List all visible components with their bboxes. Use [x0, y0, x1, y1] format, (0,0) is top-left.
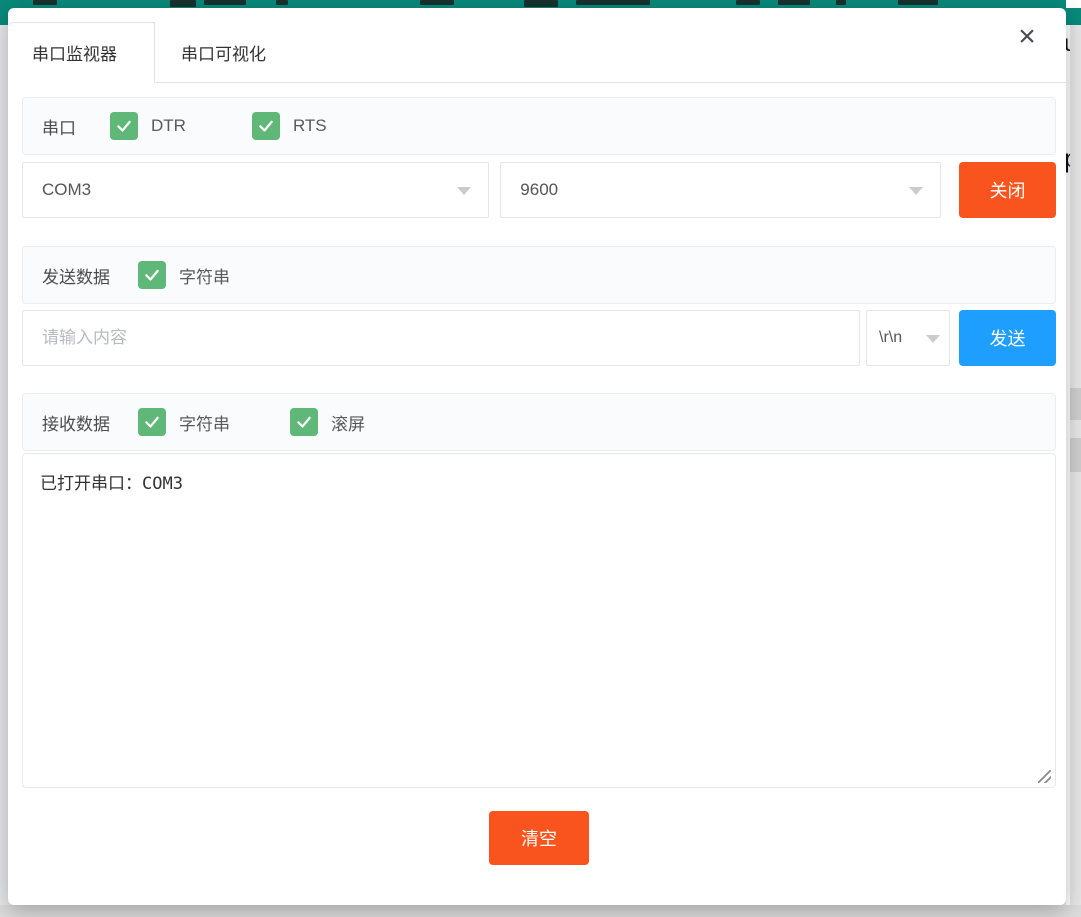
- toolbar-fragment: [524, 0, 558, 7]
- send-button[interactable]: 发送: [959, 310, 1056, 366]
- receive-string-checkbox-group: 字符串: [138, 408, 230, 436]
- toolbar-fragment: [836, 0, 846, 5]
- send-data-section: 发送数据 字符串 \r\n 发送: [22, 246, 1056, 366]
- port-select-value: COM3: [42, 180, 91, 200]
- receive-log-textarea[interactable]: 已打开串口： COM3: [22, 453, 1056, 788]
- send-section-header: 发送数据 字符串: [22, 246, 1056, 304]
- checkmark-icon: [143, 413, 161, 431]
- line-ending-value: \r\n: [879, 329, 902, 347]
- dtr-label: DTR: [151, 116, 186, 136]
- serial-section-title: 串口: [42, 114, 76, 139]
- toolbar-fragment: [204, 0, 246, 5]
- line-ending-select[interactable]: \r\n: [866, 310, 950, 366]
- checkmark-icon: [295, 413, 313, 431]
- chevron-down-icon: [926, 335, 940, 343]
- clear-button-row: 清空: [22, 811, 1056, 865]
- rts-checkbox[interactable]: [252, 112, 280, 140]
- background-toolbar-edge: [1066, 8, 1081, 25]
- autoscroll-label: 滚屏: [331, 410, 365, 435]
- log-port-value: COM3: [142, 474, 183, 494]
- send-string-checkbox-group: 字符串: [138, 261, 230, 289]
- page-scrollbar-thumb[interactable]: [1070, 388, 1081, 420]
- toolbar-fragment: [736, 0, 760, 5]
- send-controls-row: \r\n 发送: [22, 310, 1056, 366]
- send-string-checkbox[interactable]: [138, 261, 166, 289]
- background-page-bottom: [0, 905, 1081, 917]
- dialog-body: 串口 DTR RTS: [8, 97, 1066, 865]
- port-select[interactable]: COM3: [22, 162, 489, 218]
- toolbar-fragment: [33, 0, 57, 5]
- dialog-tabbar: 串口监视器 串口可视化 ×: [8, 22, 1066, 83]
- receive-section-header: 接收数据 字符串 滚屏: [22, 393, 1056, 451]
- send-string-label: 字符串: [179, 263, 230, 288]
- serial-section-header: 串口 DTR RTS: [22, 97, 1056, 155]
- toolbar-fragment: [778, 0, 810, 5]
- tab-serial-monitor[interactable]: 串口监视器: [8, 22, 155, 83]
- receive-data-section: 接收数据 字符串 滚屏: [22, 393, 1056, 788]
- tab-label: 串口可视化: [181, 40, 266, 65]
- log-prefix: 已打开串口：: [40, 469, 142, 494]
- dtr-checkbox-group: DTR: [110, 112, 186, 140]
- receive-string-checkbox[interactable]: [138, 408, 166, 436]
- close-port-button[interactable]: 关闭: [959, 162, 1056, 218]
- resize-handle-icon[interactable]: [1038, 770, 1051, 783]
- dtr-checkbox[interactable]: [110, 112, 138, 140]
- checkmark-icon: [115, 117, 133, 135]
- clear-button[interactable]: 清空: [489, 811, 589, 865]
- tab-label: 串口监视器: [32, 40, 117, 65]
- toolbar-fragment: [898, 0, 938, 5]
- tab-serial-visualizer[interactable]: 串口可视化: [155, 22, 292, 83]
- rts-label: RTS: [293, 116, 327, 136]
- background-page-edge: u p: [1066, 0, 1081, 917]
- toolbar-fragment: [170, 0, 196, 7]
- checkmark-icon: [257, 117, 275, 135]
- receive-section-title: 接收数据: [42, 410, 110, 435]
- checkmark-icon: [143, 266, 161, 284]
- chevron-down-icon: [457, 187, 471, 195]
- baud-select-value: 9600: [520, 180, 558, 200]
- close-icon[interactable]: ×: [1010, 20, 1044, 54]
- log-line: 已打开串口： COM3: [40, 469, 1038, 494]
- send-section-title: 发送数据: [42, 263, 110, 288]
- toolbar-fragment: [576, 0, 650, 5]
- rts-checkbox-group: RTS: [252, 112, 327, 140]
- baud-select[interactable]: 9600: [500, 162, 941, 218]
- serial-monitor-dialog: 串口监视器 串口可视化 × 串口 DTR: [8, 8, 1066, 905]
- autoscroll-checkbox[interactable]: [290, 408, 318, 436]
- page-scrollbar-thumb[interactable]: [1070, 438, 1081, 472]
- toolbar-fragment: [420, 0, 454, 5]
- chevron-down-icon: [909, 187, 923, 195]
- serial-controls-row: COM3 9600 关闭: [22, 162, 1056, 218]
- send-input[interactable]: [22, 310, 860, 366]
- receive-string-label: 字符串: [179, 410, 230, 435]
- serial-port-section: 串口 DTR RTS: [22, 97, 1056, 218]
- toolbar-fragment: [276, 0, 288, 5]
- autoscroll-checkbox-group: 滚屏: [290, 408, 365, 436]
